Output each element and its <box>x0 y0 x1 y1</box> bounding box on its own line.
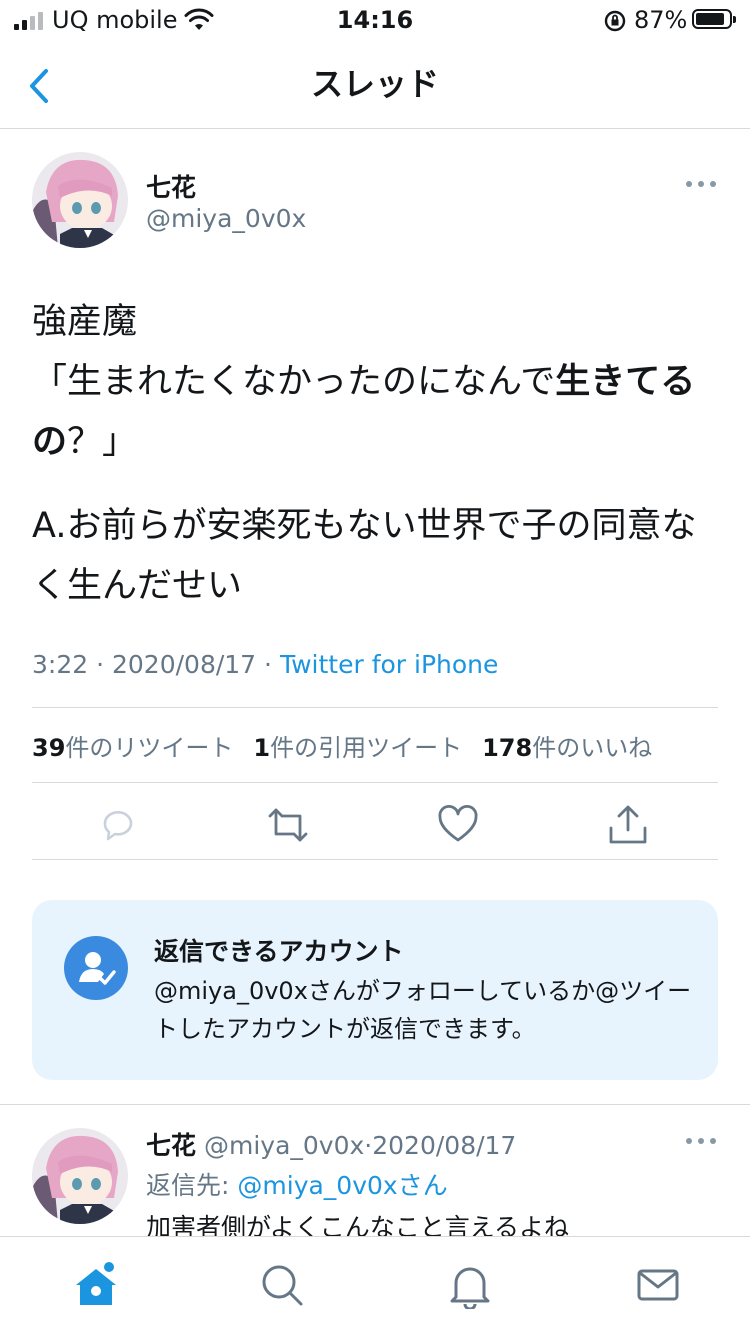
retweet-label: 件のリツイート <box>65 734 234 762</box>
like-label: 件のいいね <box>532 734 653 762</box>
reply-restriction-notice: 返信できるアカウント @miya_0v0xさんがフォローしているか@ツイートした… <box>32 900 718 1080</box>
author-name[interactable]: 七花 <box>146 168 196 204</box>
author-handle[interactable]: @miya_0v0x <box>204 1131 364 1160</box>
status-bar: UQ mobile 14:16 87% <box>0 0 750 40</box>
like-count: 178 <box>482 734 533 762</box>
avatar-image <box>32 1128 128 1224</box>
page-title: スレッド <box>310 65 439 103</box>
messages-icon[interactable] <box>634 1261 682 1309</box>
tweet-time: 3:22 <box>32 650 89 679</box>
reply-date: 2020/08/17 <box>372 1131 517 1160</box>
reply-to-mention[interactable]: @miya_0v0xさん <box>237 1171 447 1200</box>
search-icon[interactable] <box>258 1261 306 1309</box>
more-options-icon[interactable] <box>686 181 716 189</box>
tweet-text-segment: 「生まれたくなかったのになんで <box>32 362 556 402</box>
author-name[interactable]: 七花 <box>146 1131 196 1160</box>
reply-to: 返信先: @miya_0v0xさん <box>146 1166 448 1202</box>
divider <box>32 782 718 783</box>
retweet-count: 39 <box>32 734 66 762</box>
separator: · <box>96 650 105 679</box>
quotes-stat[interactable]: 1件の引用ツイート <box>253 728 462 763</box>
avatar-image <box>32 152 128 248</box>
tweet-date: 2020/08/17 <box>112 650 257 679</box>
reply-text: 加害者側がよくこんなこと言えるよね <box>146 1213 570 1236</box>
user-check-icon <box>64 936 128 1000</box>
reply-to-label: 返信先: <box>146 1171 230 1200</box>
divider <box>0 1104 750 1105</box>
retweets-stat[interactable]: 39件のリツイート <box>32 728 233 763</box>
tweet-line: 強産魔 <box>32 302 138 342</box>
divider <box>32 859 718 860</box>
quote-count: 1 <box>253 734 271 762</box>
like-icon[interactable] <box>437 804 479 846</box>
tweet-stats: 39件のリツイート 1件の引用ツイート 178件のいいね <box>32 728 652 763</box>
avatar[interactable] <box>32 1128 128 1224</box>
author-handle[interactable]: @miya_0v0x <box>146 204 306 233</box>
tweet-meta: 3:22 · 2020/08/17 · Twitter for iPhone <box>32 650 498 679</box>
tab-bar <box>0 1236 750 1335</box>
reply-header: 七花 @miya_0v0x·2020/08/17 <box>146 1126 516 1162</box>
tweet-source-link[interactable]: Twitter for iPhone <box>280 650 498 679</box>
more-options-icon[interactable] <box>686 1138 716 1146</box>
tweet-text-segment: ？」 <box>67 422 138 462</box>
battery-icon <box>692 9 736 29</box>
reply-icon[interactable] <box>97 804 139 846</box>
avatar[interactable] <box>32 152 128 248</box>
likes-stat[interactable]: 178件のいいね <box>482 728 652 763</box>
quote-label: 件の引用ツイート <box>270 734 463 762</box>
retweet-icon[interactable] <box>267 804 309 846</box>
share-icon[interactable] <box>607 804 649 846</box>
notice-text: @miya_0v0xさんがフォローしているか@ツイートしたアカウントが返信できま… <box>154 977 692 1043</box>
home-icon[interactable] <box>72 1261 120 1309</box>
tweet-text: 強産魔 「生まれたくなかったのになんで生きてるの？」 A.お前らが安楽死もない世… <box>32 292 722 616</box>
notice-title: 返信できるアカウント <box>154 937 404 966</box>
nav-bar: スレッド <box>0 40 750 129</box>
notifications-icon[interactable] <box>446 1261 494 1309</box>
divider <box>32 707 718 708</box>
orientation-lock-icon <box>604 10 626 32</box>
tweet-line: 「生まれたくなかったのになんで生きてるの？」 <box>32 352 722 472</box>
tweet-line: A.お前らが安楽死もない世界で子の同意なく生んだせい <box>32 506 697 606</box>
separator: · <box>264 650 272 679</box>
battery-percent: 87% <box>634 6 688 34</box>
